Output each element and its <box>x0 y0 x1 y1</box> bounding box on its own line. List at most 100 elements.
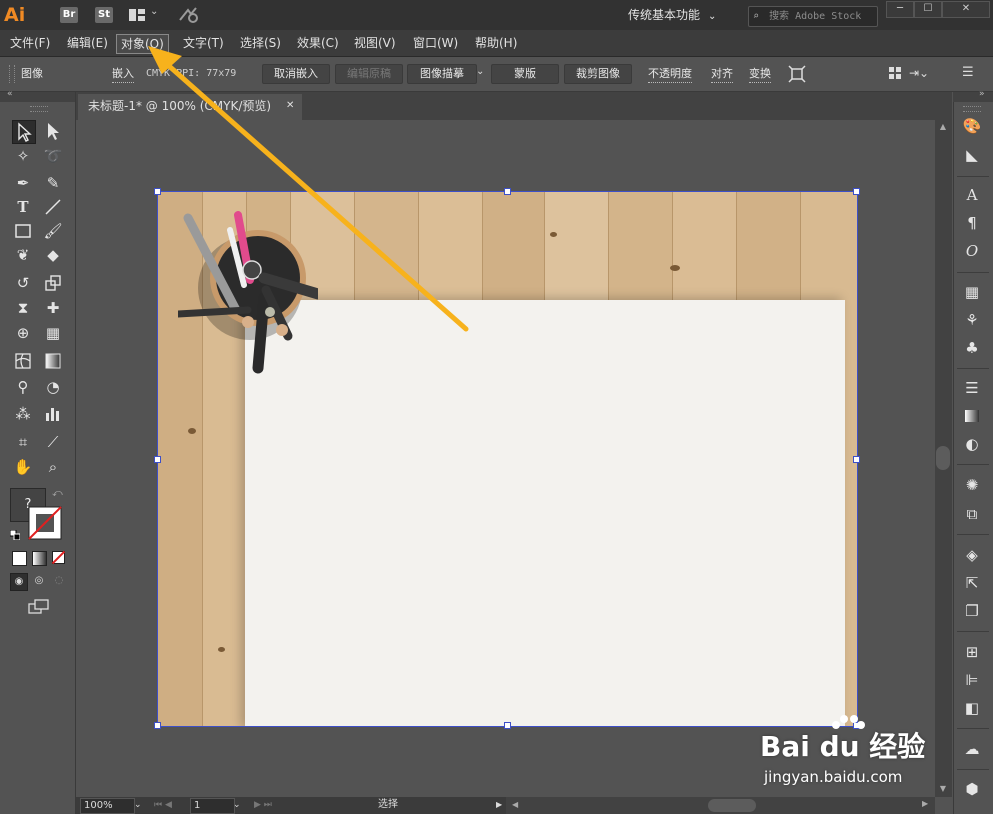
eyedropper-tool-icon[interactable]: ⚲ <box>12 376 34 398</box>
bridge-button[interactable]: Br <box>60 7 78 23</box>
shape-builder-tool-icon[interactable]: ⊕ <box>12 322 34 344</box>
bounding-box-handle[interactable] <box>504 722 511 729</box>
scroll-up-icon[interactable]: ▲ <box>938 122 948 132</box>
edit-original-button[interactable]: 编辑原稿 <box>335 64 403 84</box>
column-graph-tool-icon[interactable] <box>42 403 64 425</box>
document-tab[interactable]: 未标题-1* @ 100% (CMYK/预览) ✕ <box>78 94 302 120</box>
slice-tool-icon[interactable]: ⟋ <box>42 431 64 453</box>
mesh-tool-icon[interactable] <box>12 350 34 372</box>
maximize-button[interactable]: ☐ <box>914 1 942 18</box>
scroll-right-icon[interactable]: ▶ <box>922 799 932 811</box>
draw-inside-icon[interactable]: ◌ <box>51 573 67 589</box>
default-fill-stroke-icon[interactable] <box>9 529 21 541</box>
collapse-icon[interactable]: » <box>979 89 985 99</box>
magic-wand-tool-icon[interactable]: ✧ <box>12 145 34 167</box>
eraser-tool-icon[interactable]: ◆ <box>42 244 64 266</box>
zoom-tool-icon[interactable]: ⌕ <box>42 456 64 478</box>
swap-fill-stroke-icon[interactable]: ⤺ <box>52 488 64 500</box>
paragraph-panel-icon[interactable]: ¶ <box>961 212 983 234</box>
rectangle-tool-icon[interactable] <box>12 220 34 242</box>
asset-export-panel-icon[interactable]: ⇱ <box>961 572 983 594</box>
zoom-field[interactable]: 100% <box>80 798 135 814</box>
menu-view[interactable]: 视图(V) <box>350 34 400 52</box>
first-previous-artboard-icon[interactable]: ⏮ ◀ <box>154 798 190 812</box>
menu-file[interactable]: 文件(F) <box>6 34 54 52</box>
menu-edit[interactable]: 编辑(E) <box>63 34 112 52</box>
libraries-panel-icon[interactable]: ☁ <box>961 738 983 760</box>
none-mode-button[interactable] <box>51 550 66 565</box>
mask-button[interactable]: 蒙版 <box>491 64 559 84</box>
stock-app-button[interactable]: St <box>95 7 113 23</box>
shaper-tool-icon[interactable]: ❦ <box>12 244 34 266</box>
opentype-panel-icon[interactable]: O <box>961 240 983 262</box>
artboard-number-field[interactable]: 1 <box>190 798 235 814</box>
stroke-swatch[interactable] <box>28 506 62 540</box>
color-mode-button[interactable] <box>12 551 27 566</box>
close-button[interactable]: ✕ <box>942 1 990 18</box>
panel-grid-icon[interactable] <box>888 66 902 80</box>
vertical-scroll-thumb[interactable] <box>936 446 950 470</box>
gradient-tool-icon[interactable] <box>42 350 64 372</box>
unembed-button[interactable]: 取消嵌入 <box>262 64 330 84</box>
tools-panel-header[interactable]: « <box>0 89 75 102</box>
screen-mode-icon[interactable] <box>27 598 51 616</box>
align-panel-icon[interactable]: ⊫ <box>961 669 983 691</box>
vertical-scrollbar[interactable]: ▲ ▼ <box>935 120 952 797</box>
gradient-mode-button[interactable] <box>32 551 47 566</box>
graphic-styles-panel-icon[interactable]: ⧉ <box>961 503 983 525</box>
crop-image-button[interactable]: 裁剪图像 <box>564 64 632 84</box>
transform-panel-icon[interactable]: ⊞ <box>961 641 983 663</box>
line-tool-icon[interactable] <box>42 196 64 218</box>
puppet-warp-tool-icon[interactable]: ✚ <box>42 297 64 319</box>
draw-normal-icon[interactable]: ◉ <box>10 573 28 591</box>
paintbrush-tool-icon[interactable]: 🖌 <box>42 220 64 242</box>
gradient-panel-icon[interactable] <box>961 405 983 427</box>
symbols-panel-icon[interactable]: ♣ <box>961 337 983 359</box>
scale-tool-icon[interactable] <box>42 272 64 294</box>
brushes-panel-icon[interactable]: ⚘ <box>961 309 983 331</box>
isolate-icon[interactable] <box>788 65 806 83</box>
transform-link[interactable]: 变换 <box>749 66 771 83</box>
type-tool-icon[interactable]: T <box>12 196 34 218</box>
collapse-icon[interactable]: « <box>7 89 13 99</box>
control-bar-grip[interactable] <box>9 65 15 83</box>
bounding-box-handle[interactable] <box>504 188 511 195</box>
color-panel-icon[interactable]: 🎨 <box>961 115 983 137</box>
3d-panel-icon[interactable]: ⬢ <box>961 778 983 800</box>
bounding-box-handle[interactable] <box>154 456 161 463</box>
chevron-down-icon[interactable]: ⌄ <box>150 6 162 22</box>
placed-image[interactable] <box>157 191 858 727</box>
rotate-tool-icon[interactable]: ↺ <box>12 272 34 294</box>
dock-grip[interactable] <box>963 106 981 112</box>
arrange-documents-icon[interactable] <box>128 7 146 23</box>
workspace-switcher[interactable]: 传统基本功能 ⌄ <box>628 3 738 27</box>
panel-menu-icon[interactable]: ☰ <box>962 66 976 80</box>
align-link[interactable]: 对齐 <box>711 66 733 83</box>
minimize-button[interactable]: ─ <box>886 1 914 18</box>
chevron-down-icon[interactable]: ⌄ <box>233 798 243 812</box>
draw-behind-icon[interactable]: ◎ <box>31 573 47 589</box>
artboard-tool-icon[interactable]: ⌗ <box>12 431 34 453</box>
scroll-left-icon[interactable]: ◀ <box>512 800 522 812</box>
gpu-performance-icon[interactable] <box>178 6 200 24</box>
opacity-link[interactable]: 不透明度 <box>648 66 692 83</box>
character-panel-icon[interactable]: A <box>961 184 983 206</box>
hand-tool-icon[interactable]: ✋ <box>12 456 34 478</box>
layers-panel-icon[interactable]: ◈ <box>961 544 983 566</box>
transparency-panel-icon[interactable]: ◐ <box>961 433 983 455</box>
pen-tool-icon[interactable]: ✒ <box>12 172 34 194</box>
tools-grip[interactable] <box>30 106 48 112</box>
bounding-box-handle[interactable] <box>154 188 161 195</box>
bounding-box-handle[interactable] <box>853 456 860 463</box>
stock-search-input[interactable]: ⌕ 搜索 Adobe Stock <box>748 6 878 27</box>
artboards-panel-icon[interactable]: ❐ <box>961 600 983 622</box>
arrange-icon[interactable]: ⇥⌄ <box>909 66 931 80</box>
perspective-grid-tool-icon[interactable]: ▦ <box>42 322 64 344</box>
appearance-panel-icon[interactable]: ✺ <box>961 474 983 496</box>
menu-help[interactable]: 帮助(H) <box>471 34 521 52</box>
menu-type[interactable]: 文字(T) <box>179 34 228 52</box>
lasso-tool-icon[interactable]: ➰ <box>42 145 64 167</box>
next-last-artboard-icon[interactable]: ▶ ⏭ <box>254 798 290 812</box>
symbol-sprayer-tool-icon[interactable]: ⁂ <box>12 403 34 425</box>
bounding-box-handle[interactable] <box>853 188 860 195</box>
